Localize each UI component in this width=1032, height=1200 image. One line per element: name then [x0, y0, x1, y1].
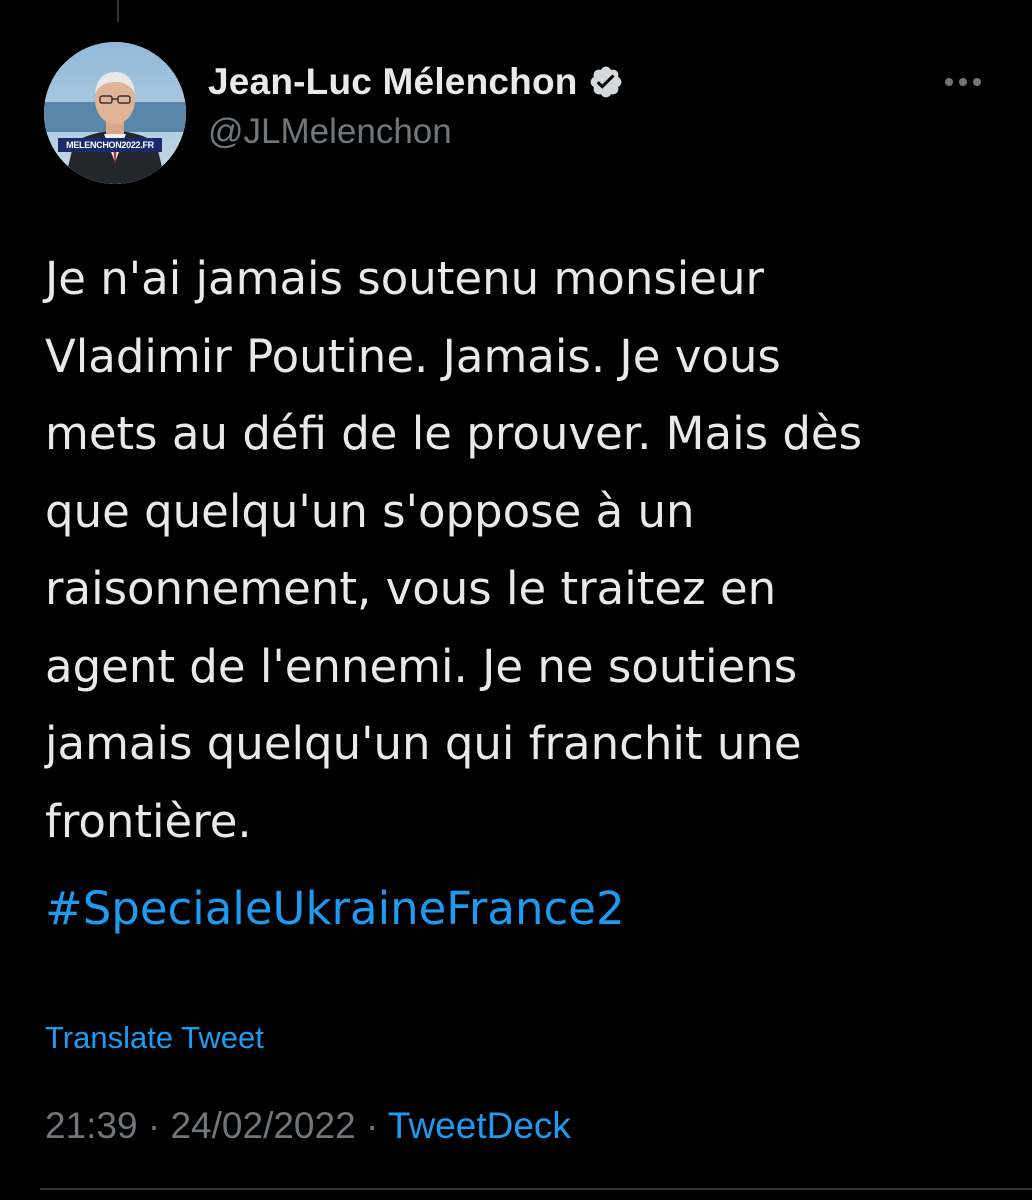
tweet-text-line: frontière. [45, 794, 252, 848]
avatar[interactable]: MELENCHON2022.FR [44, 42, 186, 184]
tweet-text-line: Vladimir Poutine. Jamais. Je vous [45, 329, 781, 383]
avatar-banner-text: MELENCHON2022.FR [66, 140, 154, 150]
translate-tweet-link[interactable]: Translate Tweet [45, 1020, 264, 1056]
divider [40, 1188, 1032, 1190]
tweet-text-line: mets au défi de le prouver. Mais dès [45, 407, 863, 460]
meta-separator: · [355, 1105, 388, 1146]
tweet-text-line: raisonnement, vous le traitez en [45, 562, 777, 615]
author-handle[interactable]: @JLMelenchon [208, 112, 624, 152]
tweet-metadata: 21:39 · 24/02/2022 · TweetDeck [45, 1105, 571, 1147]
more-dots-icon [945, 78, 981, 86]
tweet-author: Jean-Luc Mélenchon @JLMelenchon [208, 58, 624, 152]
tweet-text-line: agent de l'ennemi. Je ne soutiens [45, 639, 798, 693]
tweet-text: Je n'ai jamais soutenu monsieur Vladimir… [45, 240, 1005, 860]
tweet-text-line: jamais quelqu'un qui franchit une [45, 717, 802, 770]
meta-separator: · [137, 1105, 171, 1146]
verified-badge-icon [588, 64, 624, 100]
tweet-text-line: que quelqu'un s'oppose à un [45, 484, 695, 538]
thread-connector-line [117, 0, 119, 22]
avatar-image [44, 42, 186, 184]
hashtag-link[interactable]: #SpecialeUkraineFrance2 [45, 870, 625, 947]
author-display-name[interactable]: Jean-Luc Mélenchon [208, 61, 578, 103]
tweet-text-line: Je n'ai jamais soutenu monsieur [45, 252, 764, 305]
tweet-source-link[interactable]: TweetDeck [388, 1105, 571, 1146]
tweet-date[interactable]: 24/02/2022 [170, 1105, 355, 1146]
more-options-button[interactable] [940, 62, 986, 102]
author-name-row: Jean-Luc Mélenchon [208, 58, 624, 106]
tweet-time[interactable]: 21:39 [45, 1105, 138, 1146]
